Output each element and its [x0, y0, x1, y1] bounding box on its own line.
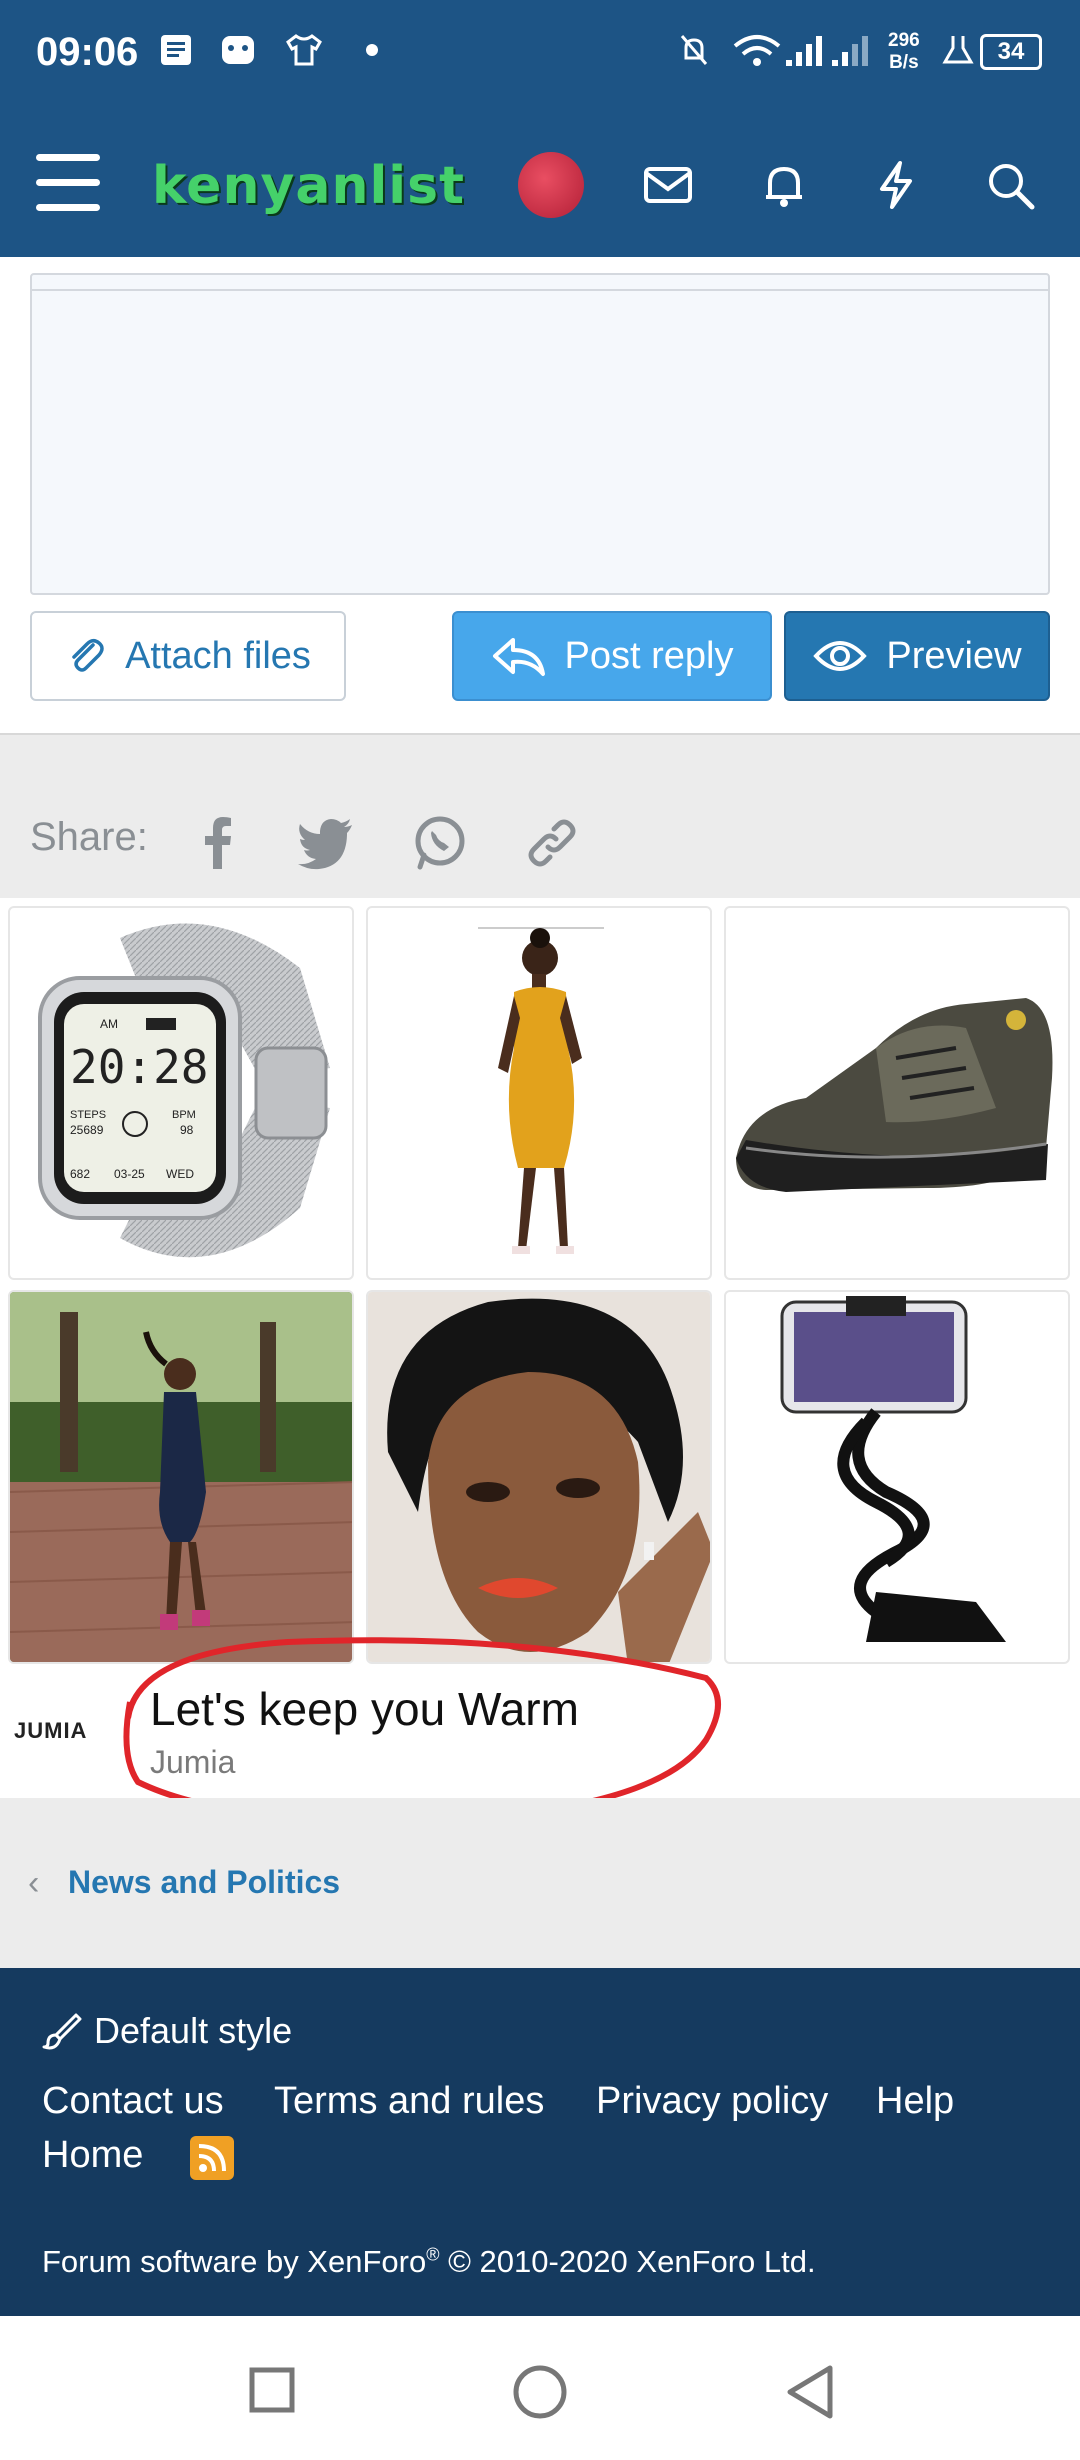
bell-off-icon: [680, 35, 708, 65]
post-reply-label: Post reply: [564, 634, 734, 677]
watch-time-text: 20:28: [70, 1040, 208, 1094]
navy-dress-image: [10, 1292, 352, 1662]
recents-icon[interactable]: [248, 2366, 296, 2414]
reply-icon: [492, 638, 545, 676]
watch-am-text: AM: [100, 1017, 118, 1031]
rss-icon[interactable]: [190, 2136, 234, 2180]
link-icon[interactable]: [522, 813, 582, 873]
avatar[interactable]: [518, 152, 584, 218]
share-row: Share:: [0, 733, 1080, 898]
smartwatch-image: AM 20:28 STEPS 25689 BPM 98 682 03-25 WE…: [38, 923, 330, 1258]
reply-editor[interactable]: [30, 273, 1050, 595]
watch-steps-value: 25689: [70, 1123, 104, 1137]
reply-editor-section: Attach files Post reply Preview: [0, 257, 1080, 733]
signal-icon: [786, 36, 822, 66]
hiking-shoe-image: [736, 998, 1053, 1192]
ad-product-smartwatch[interactable]: AM 20:28 STEPS 25689 BPM 98 682 03-25 WE…: [8, 906, 354, 1280]
attach-files-button[interactable]: Attach files: [30, 611, 346, 701]
bell-icon[interactable]: [756, 157, 812, 213]
twitter-icon[interactable]: [296, 813, 356, 873]
footer-link-help[interactable]: Help: [876, 2080, 954, 2123]
mail-icon[interactable]: [640, 157, 696, 213]
chevron-left-icon: ‹: [28, 1864, 40, 1902]
dot-icon: [366, 44, 378, 56]
status-time: 09:06: [36, 30, 139, 74]
ad-product-wig[interactable]: [366, 1290, 712, 1664]
brush-icon: [42, 2013, 82, 2050]
watch-date-text: 03-25: [114, 1167, 145, 1181]
back-icon[interactable]: [784, 2364, 836, 2420]
game-icon: [222, 36, 254, 64]
app-bar: kenyanlist: [0, 112, 1080, 257]
search-icon[interactable]: [982, 157, 1038, 213]
home-icon[interactable]: [512, 2364, 568, 2420]
footer-link-contact[interactable]: Contact us: [42, 2080, 224, 2123]
watch-bpm-label: BPM: [172, 1109, 196, 1121]
footer-link-terms[interactable]: Terms and rules: [274, 2080, 544, 2123]
watch-bpm-value: 98: [180, 1123, 194, 1137]
wifi-icon: [733, 35, 781, 66]
footer-link-privacy[interactable]: Privacy policy: [596, 2080, 828, 2123]
footer-link-home[interactable]: Home: [42, 2134, 143, 2177]
preview-button[interactable]: Preview: [784, 611, 1050, 701]
phone-holder-image: [780, 1296, 1006, 1642]
ad-product-phone-holder[interactable]: [724, 1290, 1070, 1664]
preview-label: Preview: [886, 634, 1022, 677]
shirt-icon: [286, 34, 322, 66]
paperclip-icon: [72, 639, 104, 672]
facebook-icon[interactable]: [188, 813, 248, 873]
share-label: Share:: [30, 815, 148, 859]
system-nav-bar: [0, 2316, 1080, 2460]
jumia-brand-logo: JUMIA: [14, 1718, 88, 1743]
editor-toolbar-edge: [32, 275, 1048, 291]
post-reply-button[interactable]: Post reply: [452, 611, 772, 701]
bolt-icon[interactable]: [868, 157, 924, 213]
whatsapp-icon[interactable]: [410, 813, 470, 873]
ad-product-navy-dress[interactable]: [8, 1290, 354, 1664]
status-bar: 09:06 296 B/s 34: [0, 0, 1080, 112]
network-speed: 296 B/s: [888, 30, 920, 73]
wig-portrait-image: [368, 1292, 710, 1662]
watch-kcal-value: 682: [70, 1167, 90, 1181]
breadcrumb: ‹ News and Politics: [0, 1798, 1080, 1968]
menu-icon[interactable]: [36, 154, 100, 214]
notes-icon: [161, 35, 191, 65]
footer: Default style Contact us Terms and rules…: [0, 1968, 1080, 2316]
battery-icon: 34: [980, 34, 1042, 70]
breadcrumb-link[interactable]: News and Politics: [68, 1864, 340, 1901]
copyright: Forum software by XenForo® © 2010-2020 X…: [42, 2244, 816, 2279]
lab-icon: [942, 36, 974, 64]
signal-icon-2: [832, 36, 868, 66]
style-chooser[interactable]: Default style: [42, 2010, 292, 2052]
watch-steps-label: STEPS: [70, 1109, 106, 1121]
orange-dress-image: [478, 927, 604, 1254]
eye-icon: [813, 641, 868, 671]
watch-day-text: WED: [166, 1167, 194, 1181]
ad-product-hiking-shoe[interactable]: [724, 906, 1070, 1280]
attach-files-label: Attach files: [125, 634, 311, 677]
site-logo[interactable]: kenyanlist: [152, 156, 465, 216]
style-label: Default style: [94, 2010, 293, 2051]
ad-product-orange-dress[interactable]: [366, 906, 712, 1280]
